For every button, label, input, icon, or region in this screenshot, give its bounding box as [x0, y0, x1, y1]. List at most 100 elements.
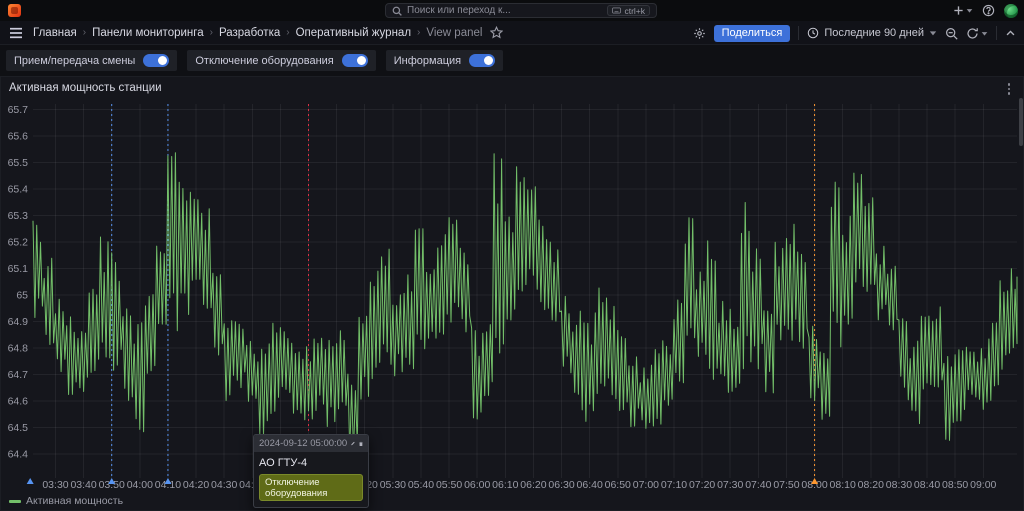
filter-toggle[interactable]: Отключение оборудования	[187, 50, 375, 71]
svg-text:04:00: 04:00	[127, 479, 153, 491]
caret-down-icon	[981, 30, 988, 37]
svg-text:06:40: 06:40	[577, 479, 603, 491]
svg-text:03:30: 03:30	[42, 479, 68, 491]
series-color-swatch	[9, 500, 21, 503]
svg-text:64.5: 64.5	[8, 422, 29, 434]
svg-text:64.7: 64.7	[8, 369, 29, 381]
zoom-out-button[interactable]	[945, 27, 958, 40]
svg-text:64.6: 64.6	[8, 396, 29, 408]
breadcrumb-separator: ›	[210, 27, 213, 38]
svg-text:06:50: 06:50	[605, 479, 631, 491]
gear-icon[interactable]	[693, 27, 706, 40]
breadcrumb-item[interactable]: Панели мониторинга	[92, 27, 203, 39]
svg-text:64.9: 64.9	[8, 316, 29, 328]
svg-text:07:10: 07:10	[661, 479, 687, 491]
refresh-button[interactable]	[966, 27, 988, 40]
scrollbar-thumb[interactable]	[1019, 98, 1023, 146]
svg-text:64.4: 64.4	[8, 449, 29, 461]
toggle-switch[interactable]	[342, 54, 368, 67]
search-placeholder: Поиск или переход к...	[407, 5, 602, 16]
svg-text:06:20: 06:20	[520, 479, 546, 491]
breadcrumb-separator: ›	[286, 27, 289, 38]
delete-trash-icon[interactable]	[359, 439, 363, 449]
annotation-filters: Прием/передача смены Отключение оборудова…	[0, 45, 1024, 76]
svg-text:08:20: 08:20	[858, 479, 884, 491]
breadcrumb: Главная › Панели мониторинга › Разработка › Оп…	[33, 27, 482, 39]
toggle-switch[interactable]	[143, 54, 169, 67]
legend-item[interactable]: Активная мощность	[9, 495, 123, 507]
svg-text:06:00: 06:00	[464, 479, 490, 491]
share-button[interactable]: Поделиться	[714, 25, 791, 42]
caret-down-icon	[929, 29, 937, 37]
user-avatar[interactable]	[1004, 4, 1018, 18]
timeseries-panel: Активная мощность станции 65.765.665.565…	[0, 76, 1024, 511]
breadcrumb-item[interactable]: Главная	[33, 27, 77, 39]
legend-label: Активная мощность	[26, 495, 123, 507]
annotation-tooltip: 2024-09-12 05:00:00 АО ГТУ-4 Отключение …	[253, 434, 369, 508]
toggle-switch[interactable]	[469, 54, 495, 67]
add-button[interactable]	[953, 5, 973, 16]
svg-text:09:00: 09:00	[970, 479, 996, 491]
grafana-logo-icon[interactable]	[8, 4, 21, 17]
panel-title: Активная мощность станции	[9, 82, 162, 94]
star-icon[interactable]	[490, 26, 503, 39]
svg-text:08:30: 08:30	[886, 479, 912, 491]
filter-label: Отключение оборудования	[195, 55, 333, 67]
chart-plot-area[interactable]: 65.765.665.565.465.365.265.16564.964.864…	[1, 97, 1023, 493]
svg-text:07:30: 07:30	[717, 479, 743, 491]
annotation-tag[interactable]: Отключение оборудования	[259, 474, 363, 501]
svg-text:06:30: 06:30	[548, 479, 574, 491]
annotation-title: АО ГТУ-4	[259, 457, 363, 469]
svg-text:65.4: 65.4	[8, 183, 29, 195]
shortcut-badge: ctrl+k	[607, 5, 650, 16]
svg-text:07:00: 07:00	[633, 479, 659, 491]
refresh-icon	[966, 27, 979, 40]
svg-text:08:50: 08:50	[942, 479, 968, 491]
svg-text:05:40: 05:40	[408, 479, 434, 491]
collapse-chevron-icon[interactable]	[1005, 28, 1016, 39]
svg-text:03:40: 03:40	[70, 479, 96, 491]
breadcrumb-item[interactable]: Разработка	[219, 27, 280, 39]
zoom-out-icon	[945, 27, 958, 40]
caret-down-icon	[966, 7, 973, 14]
nav-bar: Главная › Панели мониторинга › Разработка › Оп…	[0, 21, 1024, 45]
search-icon	[392, 6, 402, 16]
svg-text:08:10: 08:10	[830, 479, 856, 491]
time-range-picker[interactable]: Последние 90 дней	[807, 27, 937, 39]
filter-toggle[interactable]: Информация	[386, 50, 503, 71]
svg-text:64.8: 64.8	[8, 343, 29, 355]
svg-text:65.5: 65.5	[8, 157, 29, 169]
panel-menu-kebab-icon[interactable]	[1003, 81, 1015, 97]
svg-text:06:10: 06:10	[492, 479, 518, 491]
search-input[interactable]: Поиск или переход к... ctrl+k	[385, 3, 657, 18]
svg-text:65.2: 65.2	[8, 236, 29, 248]
svg-text:65: 65	[16, 289, 28, 301]
svg-text:04:30: 04:30	[211, 479, 237, 491]
breadcrumb-separator: ›	[83, 27, 86, 38]
divider	[798, 26, 799, 40]
breadcrumb-item[interactable]: Оперативный журнал	[296, 27, 411, 39]
breadcrumb-separator: ›	[417, 27, 420, 38]
grafana-app: Поиск или переход к... ctrl+k Главная › Па…	[0, 0, 1024, 511]
svg-text:05:50: 05:50	[436, 479, 462, 491]
svg-text:04:20: 04:20	[183, 479, 209, 491]
filter-label: Информация	[394, 55, 461, 67]
edit-pencil-icon[interactable]	[351, 439, 355, 448]
svg-text:08:40: 08:40	[914, 479, 940, 491]
annotation-timestamp: 2024-09-12 05:00:00	[259, 438, 347, 449]
menu-icon[interactable]	[9, 27, 23, 39]
time-range-label: Последние 90 дней	[824, 27, 924, 39]
plus-icon	[953, 5, 964, 16]
divider	[996, 26, 997, 40]
top-bar: Поиск или переход к... ctrl+k	[0, 0, 1024, 21]
svg-text:65.1: 65.1	[8, 263, 29, 275]
svg-text:07:20: 07:20	[689, 479, 715, 491]
filter-toggle[interactable]: Прием/передача смены	[6, 50, 177, 71]
svg-text:05:30: 05:30	[380, 479, 406, 491]
clock-icon	[807, 27, 819, 39]
breadcrumb-item[interactable]: View panel	[426, 27, 482, 39]
svg-text:65.7: 65.7	[8, 104, 29, 116]
svg-text:07:50: 07:50	[773, 479, 799, 491]
help-button[interactable]	[982, 4, 995, 17]
question-circle-icon	[982, 4, 995, 17]
